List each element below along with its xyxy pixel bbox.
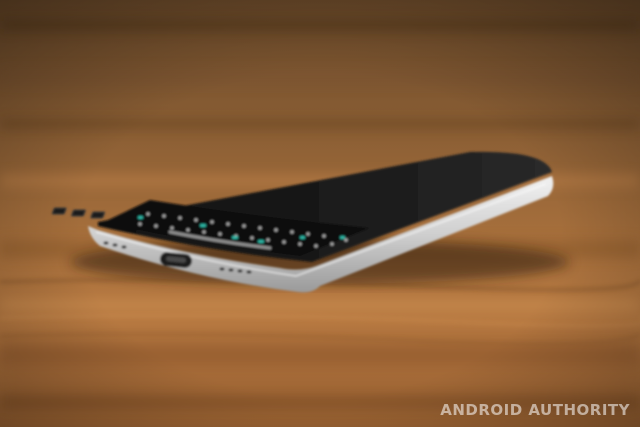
photo-scene: ANDROID AUTHORITY — [0, 0, 640, 427]
watermark-logo: ANDROID AUTHORITY — [440, 401, 630, 419]
photo-illustration — [0, 0, 640, 427]
